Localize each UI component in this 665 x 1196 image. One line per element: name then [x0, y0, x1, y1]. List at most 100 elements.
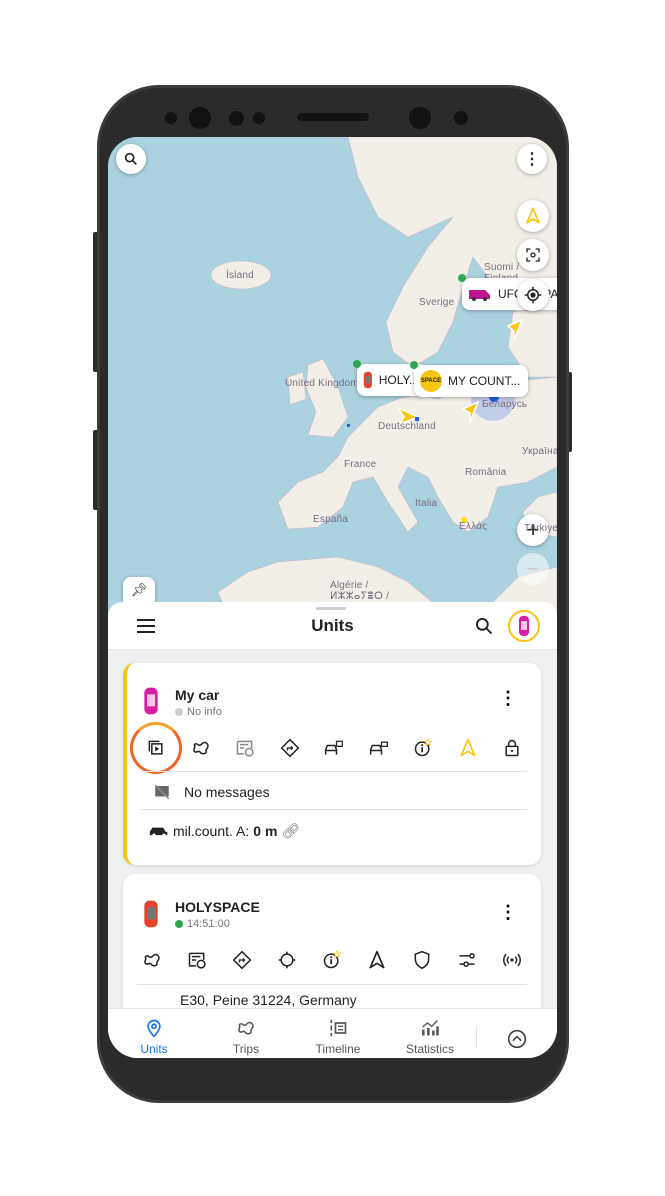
car-unlock-button[interactable] — [364, 733, 394, 763]
info-button[interactable] — [317, 945, 347, 975]
avatar[interactable] — [508, 610, 540, 642]
search-icon[interactable] — [474, 616, 494, 636]
pin-icon: 📌︎ — [130, 582, 148, 597]
navigation-button[interactable] — [517, 200, 549, 232]
commands-button[interactable] — [452, 945, 482, 975]
sensor — [165, 112, 177, 124]
map-label: Italia — [415, 498, 438, 509]
route-button[interactable] — [275, 733, 305, 763]
lock-button[interactable] — [497, 733, 527, 763]
navigation-button[interactable] — [362, 945, 392, 975]
reports-history-button[interactable] — [230, 733, 260, 763]
route-button[interactable] — [227, 945, 257, 975]
route-icon — [280, 738, 299, 758]
unit-name: HOLYSPACE — [175, 899, 260, 915]
unit-menu-button[interactable]: ⋮ — [499, 902, 517, 923]
map-label: Ελλάς — [459, 521, 488, 532]
nav-label: Statistics — [405, 1042, 454, 1056]
app-screen: Ísland Sverige Suomi / Finland United Ki… — [108, 137, 557, 1058]
trips-icon — [144, 953, 160, 967]
divider — [141, 771, 527, 772]
map-label: Algérie / ⵍⵣⵣⴰⵢⴻⵔ / — [330, 580, 390, 602]
info-star-icon — [323, 950, 342, 969]
unit-address: E30, Peine 31224, Germany — [180, 992, 357, 1008]
link-icon[interactable]: 🔗︎ — [281, 822, 300, 840]
map-label: United Kingdom — [285, 378, 359, 389]
my-location-button[interactable] — [517, 279, 549, 311]
status-text: No info — [187, 706, 222, 718]
drag-handle[interactable] — [316, 607, 346, 610]
trips-button[interactable] — [186, 733, 216, 763]
camera — [189, 107, 211, 129]
map-label: España — [313, 514, 349, 525]
expand-button[interactable] — [477, 1009, 557, 1058]
my-location-icon — [524, 286, 542, 304]
geofence-button[interactable] — [407, 945, 437, 975]
search-icon — [124, 152, 137, 165]
zoom-out-button[interactable]: − — [517, 553, 549, 585]
bottom-nav: Units Trips Timeline Statistics — [108, 1008, 557, 1058]
map-search-button[interactable] — [116, 144, 146, 174]
center-focus-icon — [526, 248, 540, 262]
car-icon — [363, 371, 372, 389]
sensor — [454, 111, 468, 125]
sensor — [253, 112, 265, 124]
navigation-button[interactable] — [453, 733, 483, 763]
map-label: Беларусь — [482, 399, 528, 410]
map-marker-my-country[interactable]: SPACE MY COUNT... — [410, 361, 529, 397]
unit-status: 14:51:00 — [175, 918, 230, 930]
more-vert-icon: ⋮ — [524, 151, 540, 168]
car-icon — [144, 687, 158, 715]
nav-timeline[interactable]: Timeline — [292, 1009, 384, 1058]
map-label: România — [465, 467, 507, 478]
pin-button[interactable]: 📌︎ — [123, 577, 155, 603]
counter-value: 0 m — [253, 823, 278, 839]
navigation-icon — [460, 738, 475, 757]
nav-units[interactable]: Units — [108, 1009, 200, 1058]
online-dot — [353, 360, 361, 368]
unit-menu-button[interactable]: ⋮ — [499, 688, 517, 709]
map-label: Deutschland — [378, 421, 436, 432]
unit-status: No info — [175, 706, 222, 718]
timeline-icon — [330, 1019, 347, 1037]
navigation-icon — [369, 950, 385, 969]
reports-history-icon — [188, 952, 206, 969]
info-button[interactable] — [408, 733, 438, 763]
mileage-counter: mil.count. A: 0 m 🔗︎ — [149, 822, 300, 840]
nav-label: Units — [140, 1042, 168, 1056]
minus-icon: − — [526, 556, 540, 581]
trips-button[interactable] — [137, 945, 167, 975]
nav-label: Timeline — [315, 1042, 361, 1056]
unit-name: My car — [175, 687, 220, 703]
car-icon — [144, 900, 158, 928]
focus-button[interactable] — [517, 239, 549, 271]
car-lock-icon — [324, 740, 343, 755]
space-logo: SPACE — [420, 370, 442, 392]
signal-button[interactable] — [497, 945, 527, 975]
sensor — [229, 111, 244, 126]
locate-icon — [278, 951, 296, 969]
nav-trips[interactable]: Trips — [200, 1009, 292, 1058]
nav-statistics[interactable]: Statistics — [384, 1009, 476, 1058]
unit-actions — [130, 722, 527, 774]
car-lock-button[interactable] — [319, 733, 349, 763]
unit-card-my-car[interactable]: My car No info ⋮ No messages mil.count. … — [123, 663, 541, 865]
route-icon — [232, 950, 252, 970]
locate-button[interactable] — [272, 945, 302, 975]
navigation-icon — [526, 207, 540, 224]
messages-text: No messages — [184, 784, 270, 800]
status-dot — [175, 920, 183, 928]
map-label: Sverige — [419, 297, 455, 308]
reports-history-button[interactable] — [182, 945, 212, 975]
highlight-ring — [130, 722, 182, 774]
units-panel: Units My car No info ⋮ No messages mil.c… — [108, 602, 557, 1058]
divider — [141, 809, 527, 810]
map[interactable]: Ísland Sverige Suomi / Finland United Ki… — [108, 137, 557, 617]
messages-play-button[interactable] — [130, 722, 182, 774]
sliders-icon — [459, 953, 475, 967]
car-unlock-icon — [369, 741, 388, 755]
trips-icon — [238, 1021, 254, 1035]
map-menu-button[interactable]: ⋮ — [517, 144, 547, 174]
trips-icon — [192, 741, 209, 755]
online-dot — [410, 361, 418, 369]
